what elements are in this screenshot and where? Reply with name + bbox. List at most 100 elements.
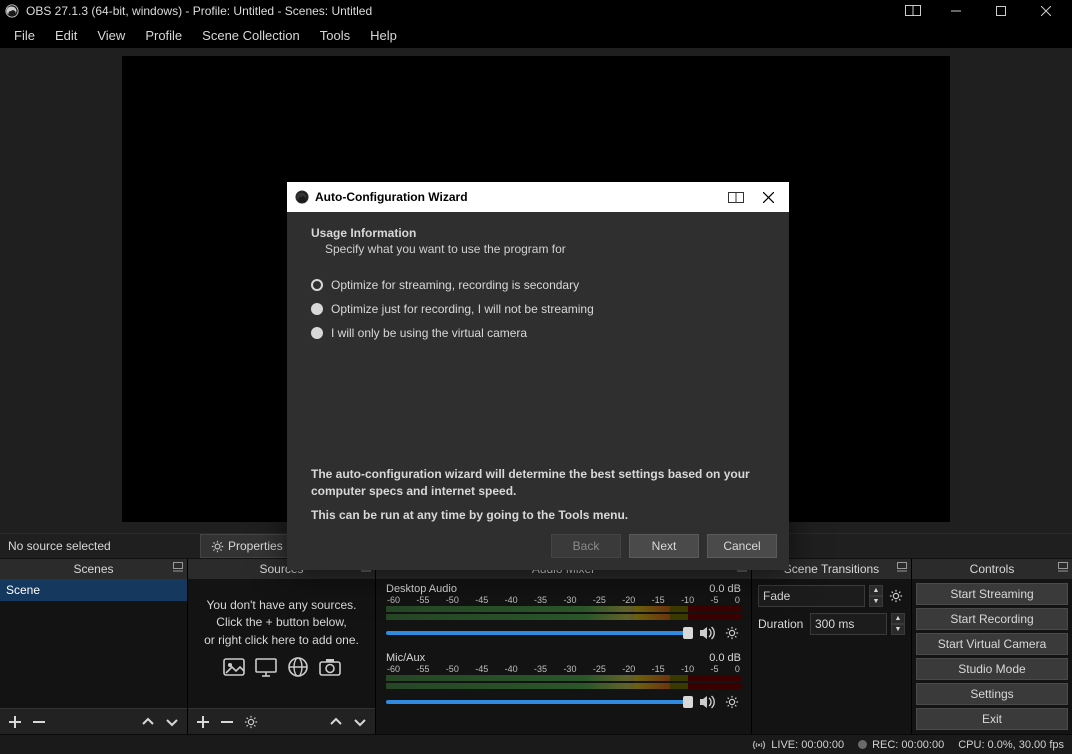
- popout-icon[interactable]: [897, 562, 907, 572]
- obs-logo-icon: [295, 190, 309, 204]
- scene-item[interactable]: Scene: [0, 579, 187, 601]
- channel-level: 0.0 dB: [709, 652, 741, 664]
- controls-panel: Controls Start Streaming Start Recording…: [912, 559, 1072, 734]
- studio-mode-indicator-icon: [905, 5, 923, 17]
- speaker-icon[interactable]: [699, 624, 717, 642]
- sources-footer: [188, 708, 375, 734]
- menu-view[interactable]: View: [87, 24, 135, 47]
- start-recording-button[interactable]: Start Recording: [916, 608, 1068, 630]
- meter-bar: [386, 606, 741, 612]
- add-scene-icon[interactable]: [6, 713, 24, 731]
- radio-label: Optimize for streaming, recording is sec…: [331, 278, 579, 292]
- menu-file[interactable]: File: [4, 24, 45, 47]
- controls-header: Controls: [912, 559, 1072, 579]
- remove-source-icon[interactable]: [218, 713, 236, 731]
- radio-icon: [311, 327, 323, 339]
- start-streaming-button[interactable]: Start Streaming: [916, 583, 1068, 605]
- transitions-body: Fade ▲▼ Duration 300 ms ▲▼: [752, 579, 911, 734]
- move-source-up-icon[interactable]: [327, 713, 345, 731]
- radio-option-streaming[interactable]: Optimize for streaming, recording is sec…: [311, 278, 765, 292]
- cancel-button[interactable]: Cancel: [707, 534, 777, 558]
- record-dot-icon: [858, 740, 867, 749]
- controls-title: Controls: [970, 562, 1015, 576]
- menu-edit[interactable]: Edit: [45, 24, 87, 47]
- image-source-icon: [222, 655, 246, 679]
- meter-bar: [386, 675, 741, 681]
- menubar: File Edit View Profile Scene Collection …: [0, 22, 1072, 48]
- studio-mode-button[interactable]: Studio Mode: [916, 658, 1068, 680]
- transitions-title: Scene Transitions: [784, 562, 879, 576]
- menu-scene-collection[interactable]: Scene Collection: [192, 24, 310, 47]
- exit-button[interactable]: Exit: [916, 708, 1068, 730]
- transition-spin[interactable]: ▲▼: [869, 585, 883, 607]
- dialog-subheading: Specify what you want to use the program…: [325, 242, 765, 256]
- globe-source-icon: [286, 655, 310, 679]
- cpu-status: CPU: 0.0%, 30.00 fps: [958, 739, 1064, 751]
- window-title: OBS 27.1.3 (64-bit, windows) - Profile: …: [26, 4, 905, 18]
- scenes-list[interactable]: Scene: [0, 579, 187, 708]
- transition-settings-icon[interactable]: [887, 587, 905, 605]
- mixer-channel-mic: Mic/Aux 0.0 dB -60-55-50-45-40-35-30-25-…: [386, 652, 741, 711]
- next-button[interactable]: Next: [629, 534, 699, 558]
- dialog-title: Auto-Configuration Wizard: [315, 190, 717, 204]
- auto-config-wizard-dialog: Auto-Configuration Wizard Usage Informat…: [287, 182, 789, 570]
- scene-item-label: Scene: [6, 583, 40, 597]
- sources-panel: Sources You don't have any sources. Clic…: [188, 559, 376, 734]
- cpu-text: CPU: 0.0%, 30.00 fps: [958, 739, 1064, 751]
- popout-icon[interactable]: [173, 562, 183, 572]
- dialog-close-button[interactable]: [755, 187, 781, 207]
- audio-mixer-panel: Audio Mixer Desktop Audio 0.0 dB -60-55-…: [376, 559, 752, 734]
- duration-input[interactable]: 300 ms: [810, 613, 887, 635]
- dialog-footer: Back Next Cancel: [287, 530, 789, 570]
- sources-empty-line: You don't have any sources.: [196, 597, 367, 614]
- controls-body: Start Streaming Start Recording Start Vi…: [912, 579, 1072, 734]
- mixer-scale: -60-55-50-45-40-35-30-25-20-15-10-50: [386, 664, 741, 674]
- move-source-down-icon[interactable]: [351, 713, 369, 731]
- volume-slider[interactable]: [386, 700, 693, 704]
- back-button[interactable]: Back: [551, 534, 621, 558]
- transition-select[interactable]: Fade: [758, 585, 865, 607]
- meter-bar: [386, 614, 741, 620]
- sources-empty-message: You don't have any sources. Click the + …: [188, 579, 375, 685]
- duration-label: Duration: [758, 617, 806, 631]
- scenes-title: Scenes: [73, 562, 113, 576]
- transitions-panel: Scene Transitions Fade ▲▼ Duration 300 m…: [752, 559, 912, 734]
- radio-icon: [311, 279, 323, 291]
- scenes-footer: [0, 708, 187, 734]
- mixer-channel-desktop: Desktop Audio 0.0 dB -60-55-50-45-40-35-…: [386, 583, 741, 642]
- channel-settings-icon[interactable]: [723, 624, 741, 642]
- menu-tools[interactable]: Tools: [310, 24, 360, 47]
- move-scene-down-icon[interactable]: [163, 713, 181, 731]
- sources-list[interactable]: You don't have any sources. Click the + …: [188, 579, 375, 708]
- live-text: LIVE: 00:00:00: [771, 739, 844, 751]
- maximize-button[interactable]: [978, 0, 1023, 22]
- minimize-button[interactable]: [933, 0, 978, 22]
- statusbar: LIVE: 00:00:00 REC: 00:00:00 CPU: 0.0%, …: [0, 734, 1072, 754]
- popout-icon[interactable]: [1058, 562, 1068, 572]
- menu-help[interactable]: Help: [360, 24, 407, 47]
- radio-option-recording[interactable]: Optimize just for recording, I will not …: [311, 302, 765, 316]
- duration-spin[interactable]: ▲▼: [891, 613, 905, 635]
- volume-slider[interactable]: [386, 631, 693, 635]
- live-status: LIVE: 00:00:00: [752, 739, 844, 751]
- rec-status: REC: 00:00:00: [858, 739, 944, 751]
- menu-profile[interactable]: Profile: [135, 24, 192, 47]
- settings-button[interactable]: Settings: [916, 683, 1068, 705]
- speaker-icon[interactable]: [699, 693, 717, 711]
- dialog-info-text: This can be run at any time by going to …: [311, 508, 765, 522]
- remove-scene-icon[interactable]: [30, 713, 48, 731]
- gear-icon: [211, 540, 224, 553]
- scenes-header: Scenes: [0, 559, 187, 579]
- move-scene-up-icon[interactable]: [139, 713, 157, 731]
- channel-settings-icon[interactable]: [723, 693, 741, 711]
- radio-option-virtual-camera[interactable]: I will only be using the virtual camera: [311, 326, 765, 340]
- close-button[interactable]: [1023, 0, 1068, 22]
- dialog-info-text: The auto-configuration wizard will deter…: [311, 466, 765, 500]
- titlebar: OBS 27.1.3 (64-bit, windows) - Profile: …: [0, 0, 1072, 22]
- duration-value: 300 ms: [815, 617, 854, 631]
- source-properties-icon[interactable]: [242, 713, 260, 731]
- radio-icon: [311, 303, 323, 315]
- start-virtual-camera-button[interactable]: Start Virtual Camera: [916, 633, 1068, 655]
- properties-button[interactable]: Properties: [200, 534, 294, 558]
- add-source-icon[interactable]: [194, 713, 212, 731]
